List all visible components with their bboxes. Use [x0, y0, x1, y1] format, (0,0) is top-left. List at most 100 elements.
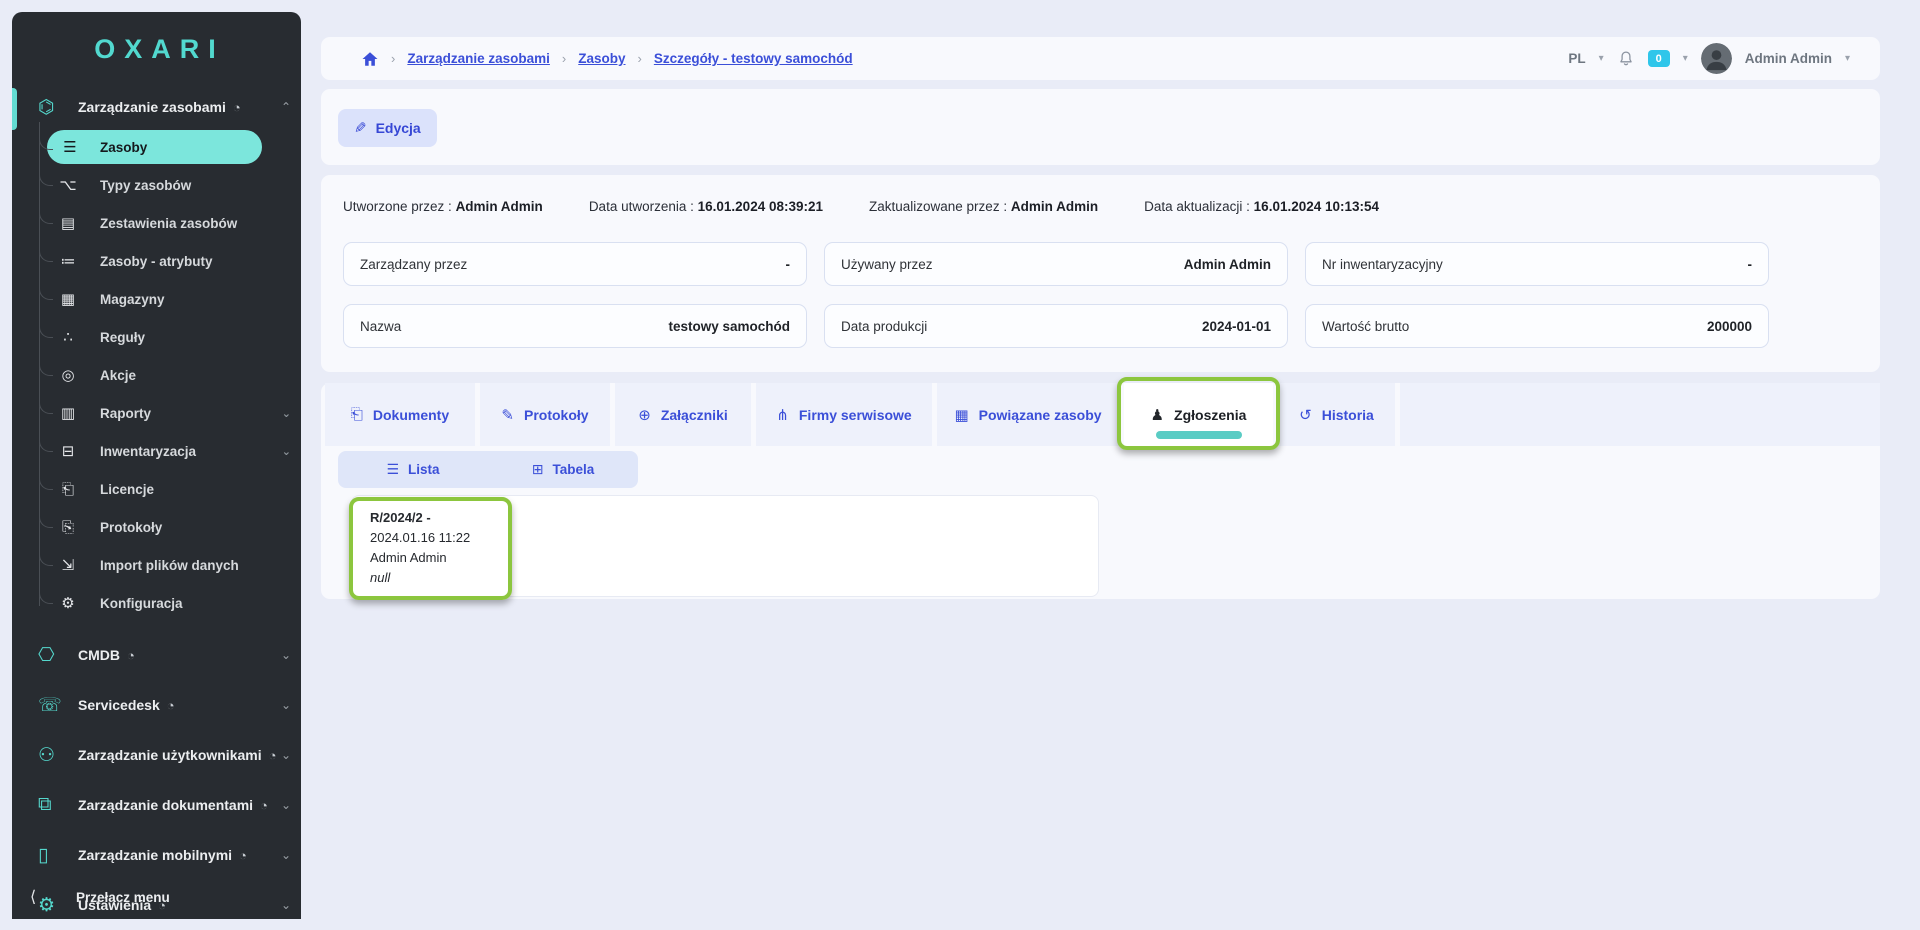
actions-icon: ◎ — [57, 366, 79, 384]
gauge-icon: ◔ — [269, 748, 277, 763]
sidebar-group-label: Servicedesk — [78, 697, 160, 713]
sidebar-group-cmdb[interactable]: ⎔ CMDB ◔ ⌄ — [12, 630, 301, 680]
sidebar-item-label: Import plików danych — [100, 558, 239, 573]
details-card: Utworzone przez : Admin Admin Data utwor… — [321, 175, 1880, 372]
sidebar-item-label: Zestawienia zasobów — [100, 216, 237, 231]
sidebar-group-dokumenty[interactable]: ⧉ Zarządzanie dokumentami ◔ ⌄ — [12, 780, 301, 830]
sidebar-item-label: Akcje — [100, 368, 136, 383]
tab-protokoly[interactable]: ✎ Protokoły — [480, 383, 610, 446]
protocols-icon: ⎘ — [57, 519, 79, 536]
support-agent-icon: ♟ — [1151, 406, 1164, 424]
tab-label: Zgłoszenia — [1174, 407, 1246, 423]
subtab-label: Tabela — [552, 462, 594, 477]
tab-label: Historia — [1322, 407, 1374, 423]
breadcrumb-current[interactable]: Szczegóły - testowy samochód — [654, 51, 853, 66]
tab-firmy-serwisowe[interactable]: ⋔ Firmy serwisowe — [756, 383, 932, 446]
sidebar-group-zarzadzanie-zasobami[interactable]: ⌬ Zarządzanie zasobami ◔ ⌃ — [12, 86, 301, 128]
sidebar-group-label: Zarządzanie zasobami — [78, 99, 226, 115]
field-uzywany-przez: Używany przez Admin Admin — [824, 242, 1288, 286]
view-switcher: ☰ Lista ⊞ Tabela — [338, 451, 638, 488]
chevron-up-icon: ⌃ — [281, 100, 291, 114]
sidebar-item-label: Inwentaryzacja — [100, 444, 196, 459]
tab-label: Dokumenty — [373, 407, 449, 423]
tab-dokumenty[interactable]: ⎗ Dokumenty — [325, 383, 475, 446]
sidebar-item-protokoly[interactable]: ⎘ Protokoły — [12, 508, 301, 546]
sidebar-item-label: Raporty — [100, 406, 151, 421]
language-selector[interactable]: PL — [1568, 51, 1585, 66]
notification-badge[interactable]: 0 — [1648, 50, 1670, 67]
sidebar-item-import-plikow[interactable]: ⇲ Import plików danych — [12, 546, 301, 584]
meta-created-by: Utworzone przez : Admin Admin — [343, 199, 543, 214]
tab-powiazane-zasoby[interactable]: ▦ Powiązane zasoby — [937, 383, 1119, 446]
sidebar-item-inwentaryzacja[interactable]: ⊟ Inwentaryzacja ⌄ — [12, 432, 301, 470]
gauge-icon: ◔ — [233, 100, 241, 115]
inventory-icon: ⊟ — [57, 442, 79, 460]
sidebar-item-magazyny[interactable]: ▦ Magazyny — [12, 280, 301, 318]
sidebar-item-typy-zasobow[interactable]: ⌥ Typy zasobów — [12, 166, 301, 204]
sidebar-item-akcje[interactable]: ◎ Akcje — [12, 356, 301, 394]
caret-down-icon[interactable]: ▾ — [1845, 53, 1850, 64]
bricks-icon: ▦ — [954, 406, 968, 424]
document-icon: ⎗ — [351, 406, 363, 423]
chevron-down-icon: ⌄ — [281, 848, 291, 862]
sidebar-item-label: Zasoby - atrybuty — [100, 254, 213, 269]
chevron-down-icon: ⌄ — [282, 407, 291, 420]
sidebar-group-mobilne[interactable]: ▯ Zarządzanie mobilnymi ◔ ⌄ — [12, 830, 301, 880]
meta-updated-by: Zaktualizowane przez : Admin Admin — [869, 199, 1098, 214]
sidebar-item-konfiguracja[interactable]: ⚙ Konfiguracja — [12, 584, 301, 622]
sidebar-group-label: CMDB — [78, 647, 120, 663]
caret-down-icon[interactable]: ▾ — [1599, 53, 1604, 64]
bell-icon[interactable] — [1617, 49, 1635, 68]
field-zarzadzany-przez: Zarządzany przez - — [343, 242, 807, 286]
users-icon: ⚇ — [38, 744, 68, 767]
tab-label: Załączniki — [661, 407, 728, 423]
field-row-2: Nazwa testowy samochód Data produkcji 20… — [343, 304, 1769, 348]
toggle-menu-button[interactable]: ⟨ Przełącz menu — [12, 879, 319, 915]
gauge-icon: ◔ — [260, 798, 268, 813]
sidebar-item-raporty[interactable]: ▥ Raporty ⌄ — [12, 394, 301, 432]
field-nazwa: Nazwa testowy samochód — [343, 304, 807, 348]
report-list-item[interactable]: R/2024/2 - 2024.01.16 11:22 Admin Admin … — [351, 495, 1099, 597]
sidebar-item-zasoby-atrybuty[interactable]: ≔ Zasoby - atrybuty — [12, 242, 301, 280]
chevron-down-icon: ⌄ — [281, 648, 291, 662]
subtab-lista[interactable]: ☰ Lista — [338, 451, 488, 488]
toggle-menu-label: Przełącz menu — [76, 890, 170, 905]
gauge-icon: ◔ — [167, 698, 175, 713]
avatar[interactable] — [1701, 43, 1732, 74]
list-icon: ☰ — [386, 461, 399, 478]
reports-icon: ▥ — [57, 404, 79, 422]
subtab-tabela[interactable]: ⊞ Tabela — [488, 451, 638, 488]
import-icon: ⇲ — [57, 556, 79, 574]
chevron-down-icon: ⌄ — [282, 445, 291, 458]
tab-zalaczniki[interactable]: ⊕ Załączniki — [615, 383, 751, 446]
breadcrumb-separator: › — [391, 51, 395, 66]
sidebar-group-servicedesk[interactable]: ☏ Servicedesk ◔ ⌄ — [12, 680, 301, 730]
rules-icon: ∴ — [57, 328, 79, 346]
sidebar-item-reguly[interactable]: ∴ Reguły — [12, 318, 301, 356]
sidebar-item-zestawienia-zasobow[interactable]: ▤ Zestawienia zasobów — [12, 204, 301, 242]
app-logo: OXARI — [12, 12, 301, 86]
sidebar-group-uzytkownicy[interactable]: ⚇ Zarządzanie użytkownikami ◔ ⌄ — [12, 730, 301, 780]
config-icon: ⚙ — [57, 594, 79, 612]
breadcrumb-separator: › — [562, 51, 566, 66]
mobile-icon: ▯ — [38, 844, 68, 867]
sidebar-group-label: Zarządzanie użytkownikami — [78, 747, 262, 763]
edit-button[interactable]: ✎ Edycja — [338, 109, 437, 147]
tabs-card: ⎗ Dokumenty ✎ Protokoły ⊕ Załączniki ⋔ F… — [321, 383, 1880, 599]
chevron-down-icon: ⌄ — [281, 698, 291, 712]
breadcrumb-link-zasoby[interactable]: Zasoby — [578, 51, 625, 66]
sidebar-item-label: Protokoły — [100, 520, 162, 535]
sidebar-item-label: Licencje — [100, 482, 154, 497]
caret-down-icon[interactable]: ▾ — [1683, 53, 1688, 64]
tab-historia[interactable]: ↺ Historia — [1278, 383, 1395, 446]
sidebar-item-zasoby[interactable]: ☰ Zasoby — [47, 130, 262, 164]
documents-icon: ⧉ — [38, 794, 68, 816]
meta-updated-date: Data aktualizacji : 16.01.2024 10:13:54 — [1144, 199, 1379, 214]
active-tab-indicator — [1156, 431, 1242, 439]
home-icon[interactable] — [361, 50, 379, 68]
breadcrumb-link-zarzadzanie-zasobami[interactable]: Zarządzanie zasobami — [407, 51, 550, 66]
user-menu[interactable]: Admin Admin — [1745, 51, 1832, 66]
breadcrumb-separator: › — [638, 51, 642, 66]
tab-zgloszenia[interactable]: ♟ Zgłoszenia — [1124, 383, 1273, 446]
sidebar-item-licencje[interactable]: ⎗ Licencje — [12, 470, 301, 508]
